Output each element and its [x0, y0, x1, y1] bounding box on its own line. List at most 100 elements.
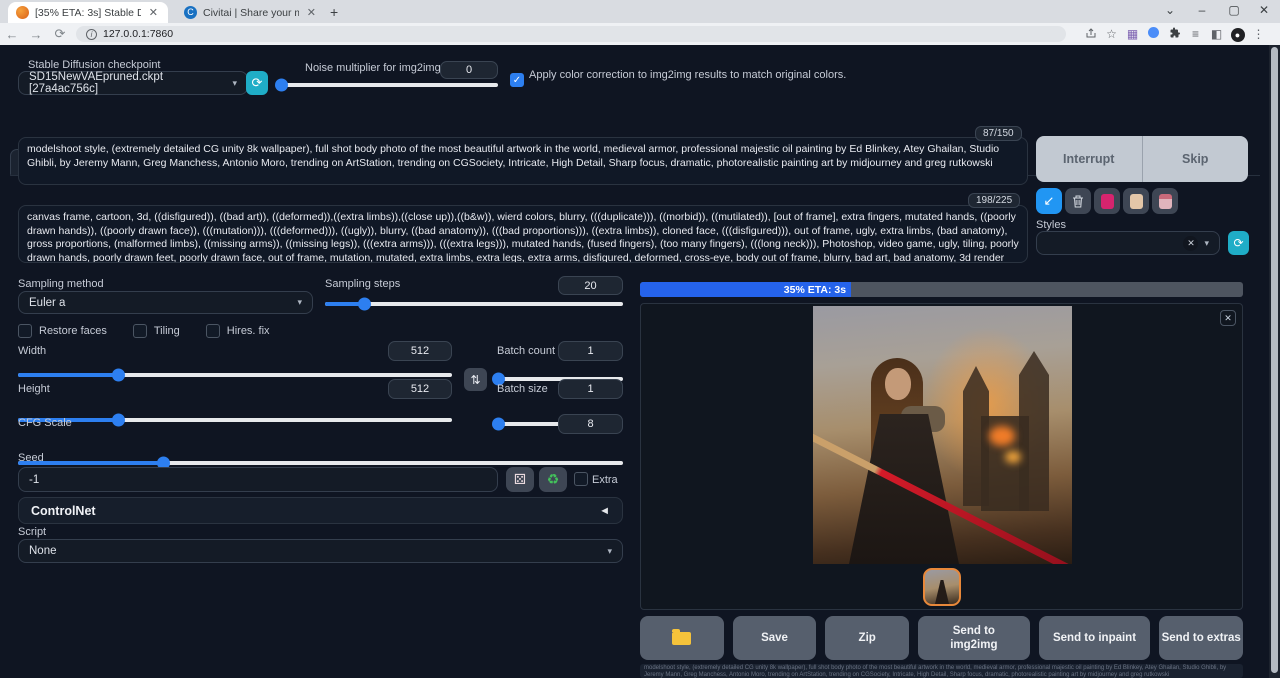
width-value[interactable]: 512 [388, 341, 452, 361]
clipboard-icon [1130, 194, 1143, 209]
clear-styles-icon[interactable]: ✕ [1183, 236, 1198, 251]
back-icon[interactable]: ← [0, 27, 24, 42]
seed-input[interactable]: -1 [18, 467, 498, 492]
batch-size-value[interactable]: 1 [558, 379, 623, 399]
slider-handle[interactable] [275, 79, 288, 92]
slider-handle[interactable] [112, 369, 125, 382]
checkpoint-refresh-button[interactable]: ⟳ [246, 71, 268, 95]
cfg-scale-value[interactable]: 8 [558, 414, 623, 434]
hires-fix-label: Hires. fix [227, 325, 270, 337]
save-button[interactable]: Save [733, 616, 817, 660]
batch-count-value[interactable]: 1 [558, 341, 623, 361]
generation-info-text: modelshoot style, (extremely detailed CG… [640, 664, 1243, 678]
address-bar[interactable]: i 127.0.0.1:7860 [76, 26, 1066, 42]
zip-button[interactable]: Zip [825, 616, 909, 660]
browser-tab-title: [35% ETA: 3s] Stable Diffusion [35, 7, 141, 19]
swap-dimensions-button[interactable]: ⇅ [464, 368, 487, 391]
noise-multiplier-label: Noise multiplier for img2img [305, 62, 441, 74]
clear-prompt-trash-button[interactable] [1065, 188, 1091, 214]
controlnet-label: ControlNet [31, 504, 96, 518]
sampling-steps-value[interactable]: 20 [558, 276, 623, 295]
send-to-extras-button[interactable]: Send to extras [1159, 616, 1243, 660]
reload-icon[interactable]: ⟳ [48, 26, 72, 42]
checkpoint-dropdown[interactable]: SD15NewVAEpruned.ckpt [27a4ac756c] ▾ [18, 71, 248, 95]
controlnet-accordion[interactable]: ControlNet ◄ [18, 497, 623, 524]
prompt-textarea[interactable]: modelshoot style, (extremely detailed CG… [18, 137, 1028, 185]
checkpoint-value: SD15NewVAEpruned.ckpt [27a4ac756c] [29, 71, 232, 95]
figure-body [849, 414, 959, 564]
send-to-img2img-button[interactable]: Send to img2img [918, 616, 1030, 660]
generate-button-group: Interrupt Skip [1036, 136, 1248, 182]
cfg-scale-label: CFG Scale [18, 417, 72, 429]
sampling-steps-slider[interactable] [325, 302, 623, 306]
paste-params-button[interactable]: ↙ [1036, 188, 1062, 214]
noise-multiplier-value[interactable]: 0 [440, 61, 498, 79]
script-dropdown[interactable]: None ▾ [18, 539, 623, 563]
cfg-scale-slider[interactable] [18, 461, 623, 465]
chrome-menu-chevron-icon[interactable]: ⌄ [1156, 3, 1184, 17]
new-tab-button[interactable]: + [330, 4, 338, 20]
window-maximize-button[interactable]: ▢ [1220, 3, 1248, 17]
tiling-checkbox[interactable] [133, 324, 147, 338]
batch-size-label: Batch size [497, 383, 548, 395]
media-list-icon[interactable]: ≡ [1185, 27, 1206, 41]
height-label: Height [18, 383, 50, 395]
browser-tab-civitai[interactable]: C Civitai | Share your models ✕ [176, 2, 326, 23]
progress-bar: 35% ETA: 3s [640, 282, 1243, 297]
folder-icon [672, 632, 691, 645]
page-scrollbar[interactable] [1269, 45, 1280, 678]
progress-text: 35% ETA: 3s [784, 284, 851, 296]
window-close-button[interactable]: ✕ [1250, 3, 1278, 17]
color-correction-checkbox[interactable]: ✓ [510, 73, 524, 87]
height-value[interactable]: 512 [388, 379, 452, 399]
bookmark-star-icon[interactable]: ☆ [1101, 27, 1122, 41]
sampling-method-dropdown[interactable]: Euler a ▾ [18, 291, 313, 314]
side-panel-icon[interactable]: ◧ [1206, 27, 1227, 41]
generated-image[interactable] [813, 306, 1072, 564]
styles-dropdown[interactable]: ✕ ▾ [1036, 231, 1220, 255]
scrollbar-thumb[interactable] [1271, 47, 1278, 673]
sampling-method-value: Euler a [29, 297, 65, 309]
seed-value: -1 [29, 474, 39, 486]
gallery-thumbnail[interactable] [923, 568, 961, 606]
profile-avatar[interactable]: ● [1227, 27, 1248, 42]
extension-blue-circle-icon[interactable] [1143, 27, 1164, 41]
hires-fix-checkbox[interactable] [206, 324, 220, 338]
slider-handle[interactable] [492, 418, 505, 431]
color-correction-label: Apply color correction to img2img result… [529, 68, 849, 82]
extension-grid-icon[interactable]: ▦ [1122, 27, 1143, 41]
prompt-tool-row: ↙ [1036, 188, 1178, 214]
apply-styles-button[interactable] [1123, 188, 1149, 214]
batch-count-label: Batch count [497, 345, 555, 357]
share-icon[interactable] [1080, 27, 1101, 42]
noise-multiplier-slider[interactable] [281, 83, 498, 87]
height-slider[interactable] [18, 418, 452, 422]
width-label: Width [18, 345, 46, 357]
save-style-button[interactable] [1152, 188, 1178, 214]
send-to-inpaint-button[interactable]: Send to inpaint [1039, 616, 1151, 660]
close-tab-icon[interactable]: ✕ [147, 6, 160, 19]
styles-refresh-button[interactable]: ⟳ [1228, 231, 1249, 255]
random-seed-dice-button[interactable]: ⚄ [506, 467, 534, 492]
forward-icon[interactable]: → [24, 27, 48, 42]
browser-menu-dots-icon[interactable]: ⋮ [1248, 27, 1269, 41]
extra-seed-checkbox[interactable] [574, 472, 588, 486]
close-tab-icon[interactable]: ✕ [305, 6, 318, 19]
open-folder-button[interactable] [640, 616, 724, 660]
extra-networks-button[interactable] [1094, 188, 1120, 214]
chevron-down-icon: ▾ [1204, 238, 1209, 249]
width-slider[interactable] [18, 373, 452, 377]
extensions-puzzle-icon[interactable] [1164, 27, 1185, 42]
close-gallery-button[interactable]: ✕ [1220, 310, 1236, 326]
reuse-seed-recycle-button[interactable]: ♻ [539, 467, 567, 492]
slider-handle[interactable] [112, 414, 125, 427]
browser-tab-stable-diffusion[interactable]: [35% ETA: 3s] Stable Diffusion ✕ [8, 2, 168, 23]
slider-handle[interactable] [358, 298, 371, 311]
negative-prompt-textarea[interactable]: canvas frame, cartoon, 3d, ((disfigured)… [18, 205, 1028, 263]
interrupt-button[interactable]: Interrupt [1036, 136, 1143, 182]
restore-faces-checkbox[interactable] [18, 324, 32, 338]
skip-button[interactable]: Skip [1143, 136, 1249, 182]
sampling-steps-label: Sampling steps [325, 278, 400, 290]
site-info-icon[interactable]: i [86, 29, 97, 40]
window-minimize-button[interactable]: – [1188, 3, 1216, 17]
